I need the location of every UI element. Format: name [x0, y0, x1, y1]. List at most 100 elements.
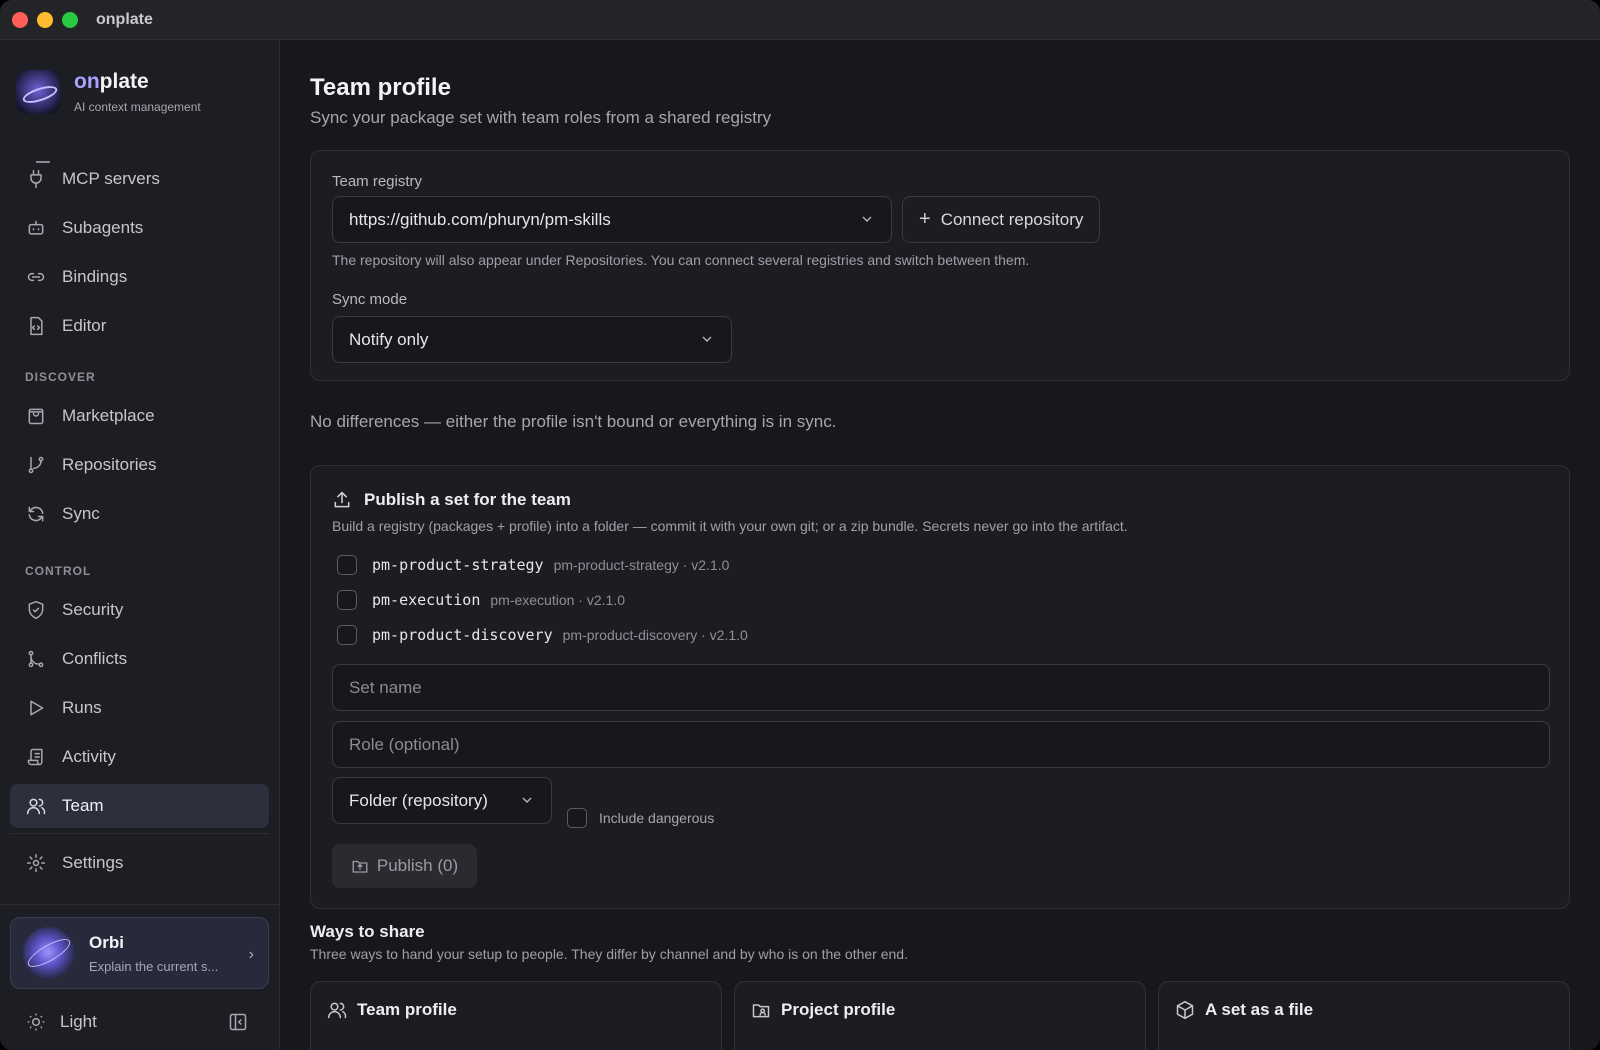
git-merge-icon — [28, 650, 44, 668]
chevron-down-icon — [702, 336, 712, 342]
sidebar-item-label: Bindings — [62, 267, 128, 286]
publish-label: Publish (0) — [376, 856, 459, 875]
sidebar-item-label: Security — [62, 600, 124, 619]
sidebar-divider — [10, 833, 269, 834]
share-section-subtitle: Three ways to hand your setup to people.… — [310, 946, 908, 962]
sidebar-item-editor[interactable]: Editor — [10, 304, 269, 348]
section-label-discover: DISCOVER — [25, 370, 96, 384]
sidebar-item-label: Runs — [62, 698, 102, 717]
sidebar-item-bindings[interactable]: Bindings — [10, 255, 269, 299]
close-window-button[interactable] — [12, 11, 28, 28]
chevron-right-icon: › — [248, 946, 254, 963]
sidebar-collapse-icon[interactable] — [228, 1012, 248, 1032]
sidebar-group-settings: Settings — [10, 841, 269, 885]
sidebar-item-conflicts[interactable]: Conflicts — [10, 637, 269, 681]
main-content: Team profile Sync your package set with … — [281, 40, 1600, 1050]
sync-mode-select[interactable]: Notify only — [332, 316, 732, 363]
link-icon — [27, 272, 45, 282]
share-section-title: Ways to share — [310, 922, 425, 941]
robot-icon — [28, 220, 44, 235]
window-controls — [12, 11, 78, 28]
minimize-window-button[interactable] — [37, 11, 53, 28]
sidebar-item-repositories[interactable]: Repositories — [10, 443, 269, 487]
zoom-window-button[interactable] — [62, 11, 78, 28]
plug-icon — [30, 169, 42, 189]
package-row: pm-product-discovery pm-product-discover… — [337, 624, 748, 646]
team-registry-value: https://github.com/phuryn/pm-skills — [349, 209, 611, 229]
sidebar-item-label: Conflicts — [62, 649, 128, 668]
sidebar-item-runs[interactable]: Runs — [10, 686, 269, 730]
include-dangerous-label: Include dangerous — [599, 810, 715, 826]
sidebar-item-team[interactable]: Team — [10, 784, 269, 828]
package-checkbox[interactable] — [337, 590, 357, 610]
connect-repository-label: Connect repository — [940, 209, 1084, 229]
sync-status-text: No differences — either the profile isn'… — [310, 412, 837, 431]
page-title: Team profile — [310, 74, 451, 101]
role-input[interactable]: Role (optional) — [332, 721, 1550, 768]
chevron-down-icon — [862, 216, 872, 222]
package-row: pm-execution pm-execution · v2.1.0 — [337, 589, 625, 611]
share-card-label: A set as a file — [1205, 1000, 1314, 1019]
folder-user-icon — [752, 1004, 770, 1018]
sidebar-item-label: Sync — [62, 504, 100, 523]
sync-mode-label: Sync mode — [332, 291, 408, 308]
include-dangerous-option: Include dangerous — [567, 808, 714, 828]
sidebar-item-label: Marketplace — [62, 406, 155, 425]
package-name: pm-product-strategy — [372, 556, 544, 574]
package-meta: pm-product-strategy · v2.1.0 — [553, 557, 730, 573]
package-name: pm-product-discovery — [372, 626, 553, 644]
refresh-icon — [28, 506, 44, 522]
team-registry-select[interactable]: https://github.com/phuryn/pm-skills — [332, 196, 892, 243]
plus-icon: + — [919, 208, 931, 230]
onplate-logo-icon — [16, 70, 60, 114]
sidebar-group-control: Security Conflicts Runs Activity Team — [10, 588, 269, 828]
share-card-project-profile[interactable]: Project profile — [734, 981, 1146, 1050]
page-subtitle: Sync your package set with team roles fr… — [310, 108, 772, 127]
registry-hint: The repository will also appear under Re… — [332, 252, 1030, 268]
set-name-input[interactable]: Set name — [332, 664, 1550, 711]
sidebar-item-sync[interactable]: Sync — [10, 492, 269, 536]
sidebar-item-security[interactable]: Security — [10, 588, 269, 632]
brand-name: onplate — [74, 70, 149, 93]
sidebar-item-subagents[interactable]: Subagents — [10, 206, 269, 250]
publish-target-select[interactable]: Folder (repository) — [332, 777, 552, 824]
package-checkbox[interactable] — [337, 555, 357, 575]
package-checkbox[interactable] — [337, 625, 357, 645]
scroll-icon — [27, 748, 43, 766]
sidebar-item-label: Activity — [62, 747, 116, 766]
publish-title: Publish a set for the team — [332, 490, 571, 510]
publish-button[interactable]: Publish (0) — [332, 844, 477, 888]
sidebar-group-discover: Marketplace Repositories Sync — [10, 394, 269, 536]
share-card-set-as-file[interactable]: A set as a file — [1158, 981, 1570, 1050]
package-icon — [1176, 1000, 1194, 1020]
window-title: onplate — [96, 10, 153, 28]
orbi-avatar — [23, 927, 75, 979]
shield-icon — [28, 600, 44, 620]
sidebar-item-label: Subagents — [62, 218, 144, 237]
sidebar: onplate AI context management MCP server… — [0, 40, 280, 1050]
sidebar-divider — [0, 904, 280, 905]
sidebar-item-settings[interactable]: Settings — [10, 841, 269, 885]
share-card-label: Project profile — [781, 1000, 896, 1019]
include-dangerous-checkbox[interactable] — [567, 808, 587, 828]
team-registry-label: Team registry — [332, 173, 423, 190]
orbi-name: Orbi — [89, 932, 124, 952]
sidebar-item-label: Editor — [62, 316, 107, 335]
publish-target-value: Folder (repository) — [349, 790, 488, 810]
sidebar-item-label: MCP servers — [62, 169, 160, 188]
sidebar-item-marketplace[interactable]: Marketplace — [10, 394, 269, 438]
share-card-team-profile[interactable]: Team profile — [310, 981, 722, 1050]
share-card-label: Team profile — [357, 1000, 457, 1019]
sidebar-item-mcp-servers[interactable]: MCP servers — [10, 157, 269, 201]
app-window: onplate onplate AI context management MC… — [0, 0, 1600, 1050]
code-file-icon — [30, 316, 43, 336]
connect-repository-button[interactable]: + Connect repository — [902, 196, 1101, 243]
package-meta: pm-product-discovery · v2.1.0 — [562, 627, 748, 643]
orbi-assistant-card[interactable]: Orbi Explain the current s... › — [10, 917, 269, 989]
sidebar-item-activity[interactable]: Activity — [10, 735, 269, 779]
gear-icon — [26, 853, 46, 873]
theme-toggle-label[interactable]: Light — [60, 1012, 97, 1032]
publish-card: Publish a set for the team Build a regis… — [310, 465, 1570, 909]
sidebar-item-label: Settings — [62, 853, 124, 872]
sync-mode-value: Notify only — [349, 329, 429, 349]
